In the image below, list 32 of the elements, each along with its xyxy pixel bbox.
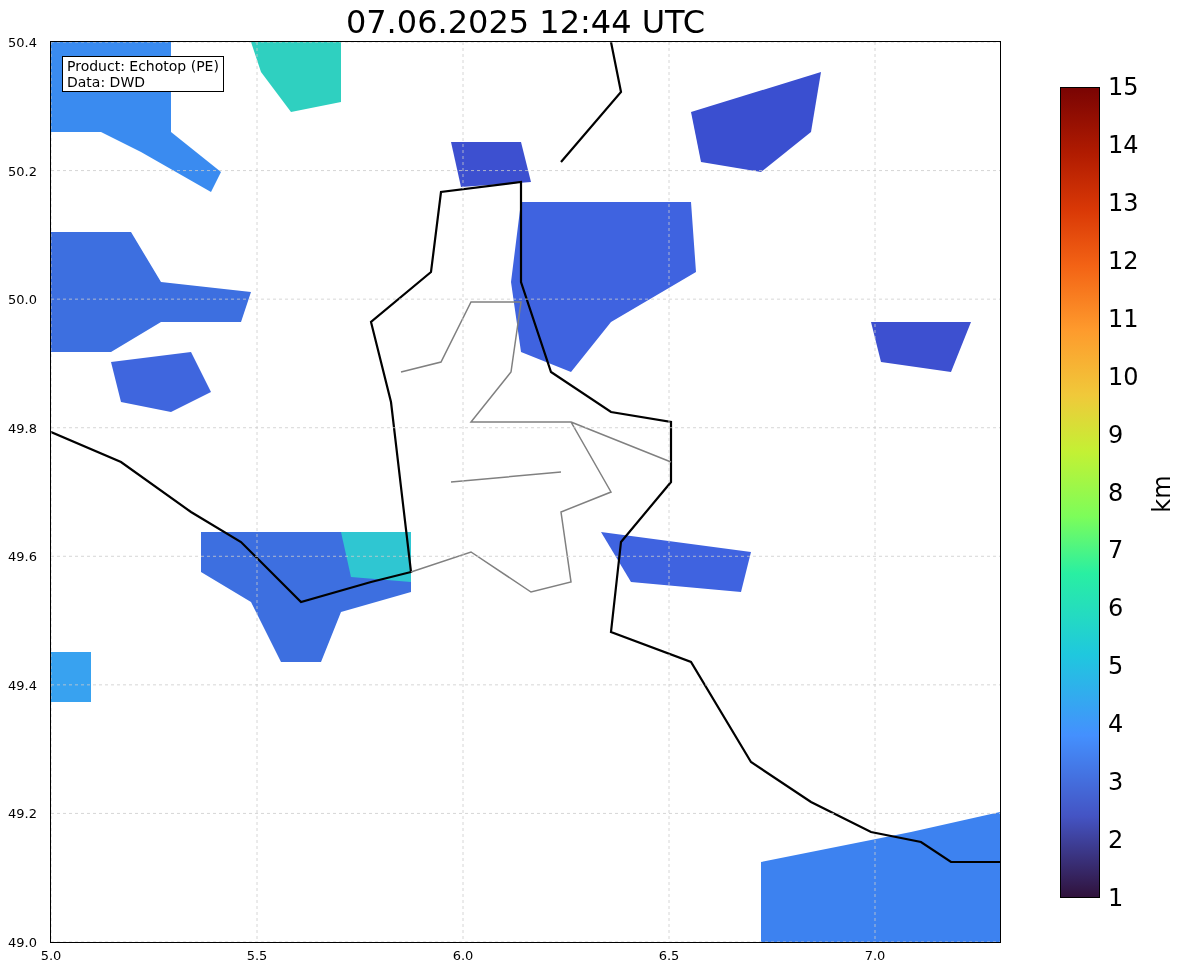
- x-tick-label: 6.0: [452, 948, 474, 963]
- x-tick-label: 5.0: [40, 948, 62, 963]
- y-tick-label: 50.2: [8, 163, 37, 179]
- colorbar-tick-label: 13: [1108, 188, 1139, 217]
- colorbar-tick-label: 15: [1108, 73, 1139, 101]
- colorbar-tick-label: 6: [1108, 594, 1124, 623]
- y-tick-label: 50.4: [8, 34, 37, 50]
- legend-text: Product: Echotop (PE): [67, 58, 219, 74]
- colorbar-tick-label: 11: [1108, 304, 1139, 333]
- colorbar-label: km: [1147, 475, 1176, 513]
- x-tick-label: 6.5: [658, 948, 680, 963]
- chart-title: 07.06.2025 12:44 UTC: [344, 2, 707, 42]
- colorbar-tick-label: 8: [1108, 478, 1124, 507]
- colorbar-tick-label: 4: [1108, 710, 1124, 739]
- y-tick-label: 50.0: [8, 291, 37, 307]
- legend-text: Data: DWD: [67, 74, 146, 90]
- colorbar-tick-label: 5: [1108, 652, 1124, 681]
- colorbar-tick-label: 2: [1108, 826, 1124, 855]
- y-tick-label: 49.6: [8, 548, 37, 564]
- colorbar-tick-label: 1: [1108, 884, 1124, 912]
- colorbar-tick-label: 12: [1108, 246, 1139, 275]
- colorbar-tick-label: 10: [1108, 362, 1139, 391]
- y-tick-label: 49.2: [8, 805, 37, 821]
- x-tick-label: 5.5: [246, 948, 268, 963]
- colorbar-tick-label: 3: [1108, 768, 1124, 797]
- colorbar-tick-label: 14: [1108, 130, 1139, 159]
- x-tick-label: 7.0: [864, 948, 886, 963]
- y-tick-label: 49.0: [8, 934, 37, 950]
- y-tick-label: 49.8: [8, 420, 37, 436]
- colorbar-tick-label: 7: [1108, 536, 1124, 565]
- colorbar-tick-label: 9: [1108, 420, 1124, 449]
- y-tick-label: 49.4: [8, 677, 37, 693]
